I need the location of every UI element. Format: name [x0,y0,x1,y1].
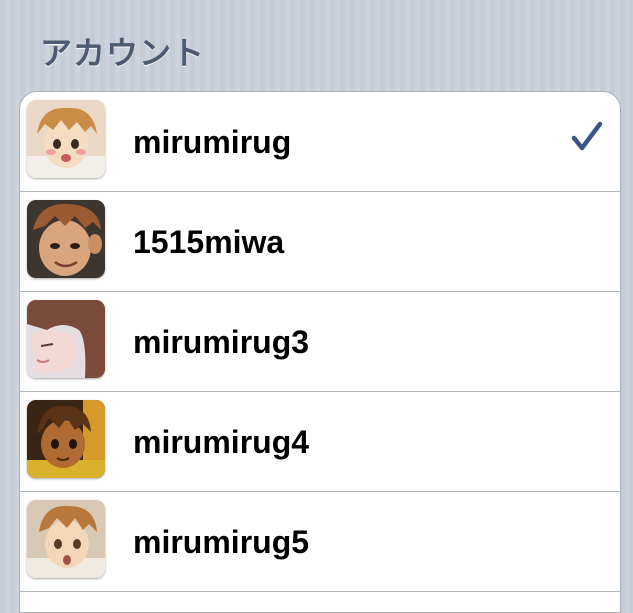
account-name: mirumirug [133,124,292,160]
account-row-1515miwa[interactable]: 1515miwa [20,192,620,292]
checkmark-icon [571,121,603,151]
account-name: mirumirug5 [133,524,310,560]
account-name: mirumirug4 [133,424,310,460]
avatar-boy-profile-icon [27,300,105,378]
avatar-boy-smiling-icon [27,200,105,278]
account-name: 1515miwa [133,224,285,260]
account-row-mirumirug5[interactable]: mirumirug5 [20,492,620,592]
account-row-mirumirug4[interactable]: mirumirug4 [20,392,620,492]
section-header-accounts: アカウント [40,34,206,72]
avatar-boy-surprised-icon [27,500,105,578]
avatar-boy-blushing-icon [27,100,105,178]
account-list: mirumirug 1515miwa mirumirug3 mirumirug4… [19,91,621,613]
account-row-mirumirug3[interactable]: mirumirug3 [20,292,620,392]
account-row-mirumirug[interactable]: mirumirug [20,92,620,192]
avatar-boy-dark-icon [27,400,105,478]
account-name: mirumirug3 [133,324,310,360]
